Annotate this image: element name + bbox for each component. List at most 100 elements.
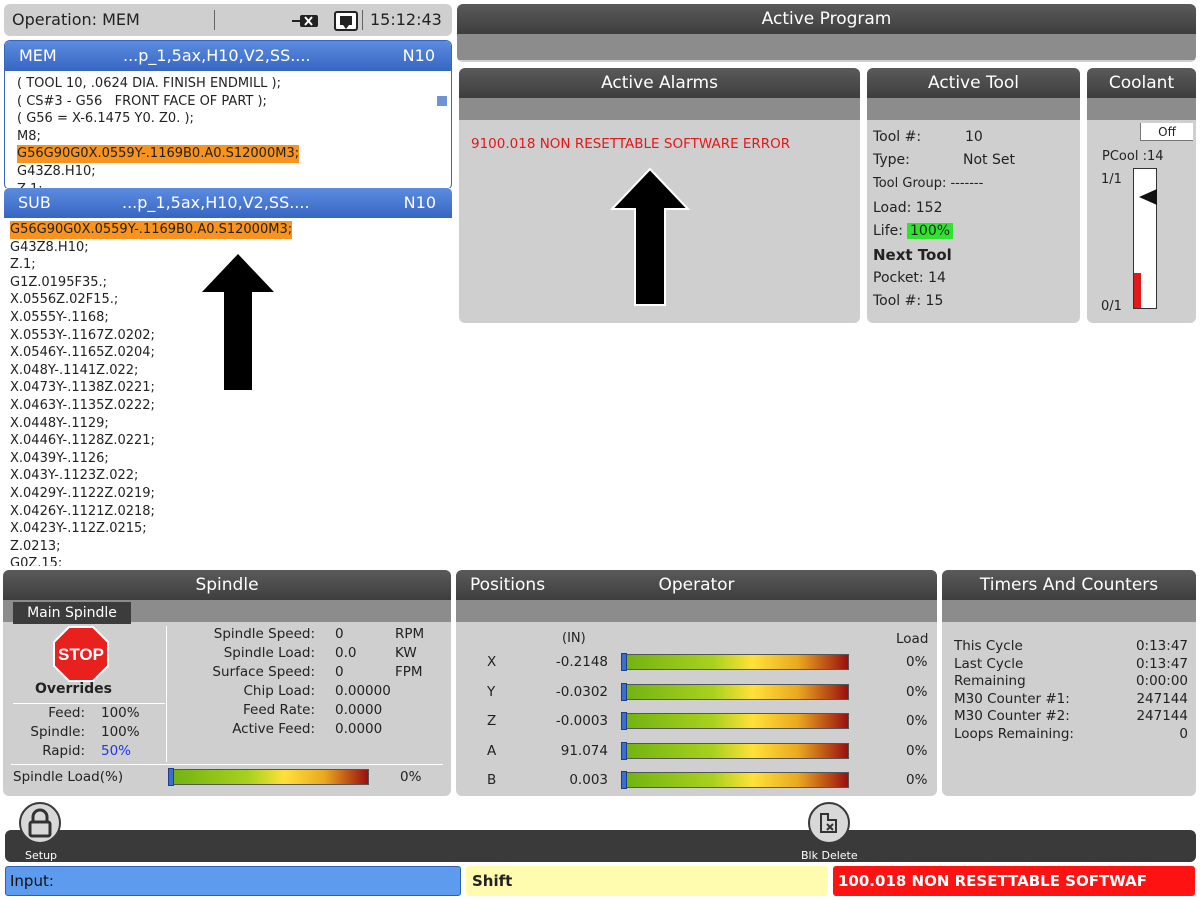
alarm-message[interactable]: 9100.018 NON RESETTABLE SOFTWARE ERROR — [471, 136, 790, 152]
code-line[interactable]: X.0429Y-.1122Z.0219; — [10, 485, 155, 503]
spindle-readout-unit: FPM — [395, 664, 423, 680]
code-line[interactable]: M8; — [17, 128, 41, 146]
axis-name: Z — [487, 713, 497, 729]
coolant-pointer-icon — [1139, 189, 1157, 205]
tab-main-spindle[interactable]: Main Spindle — [13, 602, 131, 624]
divider — [214, 10, 215, 30]
setup-button[interactable] — [19, 802, 61, 844]
code-line[interactable]: X.0426Y-.1121Z.0218; — [10, 503, 155, 521]
code-line[interactable]: X.0439Y-.1126; — [10, 450, 109, 468]
active-alarms-title: Active Alarms — [459, 68, 860, 98]
active-program-title: Active Program — [457, 4, 1196, 34]
mem-header: MEM ...p_1,5ax,H10,V2,SS.... N10 — [5, 41, 451, 71]
code-line[interactable]: X.0463Y-.1135Z.0222; — [10, 397, 155, 415]
code-line[interactable]: G56G90G0X.0559Y-.1169B0.A0.S12000M3; — [10, 221, 293, 239]
positions-panel: Positions Operator (IN) Load X -0.2148 0% Y… — [456, 570, 937, 796]
code-line[interactable]: Z.1; — [10, 256, 36, 274]
axis-name: X — [487, 654, 497, 670]
positions-title-bar: Positions Operator — [456, 570, 937, 600]
timer-value: 0:13:47 — [1135, 655, 1188, 672]
spindle-load-bar — [168, 768, 369, 786]
bar-marker — [621, 712, 627, 730]
next-tool-number: Tool #: 15 — [873, 293, 944, 309]
code-line[interactable]: X.0553Y-.1167Z.0202; — [10, 327, 155, 345]
lock-icon — [28, 808, 52, 838]
mem-program-name: ...p_1,5ax,H10,V2,SS.... — [123, 46, 311, 65]
timer-label: This Cycle — [954, 638, 1023, 654]
axis-name: B — [487, 772, 497, 788]
coolant-pcool: PCool :14 — [1102, 149, 1164, 164]
positions-mode: Operator — [658, 575, 735, 595]
code-line[interactable]: G43Z8.H10; — [17, 163, 96, 181]
code-line[interactable]: G43Z8.H10; — [10, 239, 89, 257]
code-line[interactable]: X.0448Y-.1129; — [10, 415, 109, 433]
code-line[interactable]: X.0546Y-.1165Z.0204; — [10, 344, 155, 362]
code-line[interactable]: ( G56 = X-6.1475 Y0. Z0. ); — [17, 110, 194, 128]
title-bar — [457, 34, 1196, 60]
input-field[interactable]: Input: — [5, 866, 461, 896]
axis-load: 0% — [906, 713, 928, 729]
coolant-title: Coolant — [1087, 68, 1196, 98]
timer-value: 247144 — [1136, 690, 1188, 707]
stop-label: STOP — [58, 645, 104, 664]
sub-line-number: N10 — [403, 193, 436, 212]
code-line[interactable]: X.0555Y-.1168; — [10, 309, 109, 327]
divider — [13, 703, 165, 704]
code-line[interactable]: X.0423Y-.112Z.0215; — [10, 520, 147, 538]
coolant-panel: Coolant Off PCool :14 1/1 0/1 — [1087, 68, 1196, 323]
divider — [362, 10, 363, 30]
code-line[interactable]: G56G90G0X.0559Y-.1169B0.A0.S12000M3; — [17, 145, 300, 163]
code-line[interactable]: X.0446Y-.1128Z.0221; — [10, 432, 155, 450]
axis-load-bar — [621, 682, 849, 701]
code-line[interactable]: ( TOOL 10, .0624 DIA. FINISH ENDMILL ); — [17, 75, 281, 93]
axis-load-bar — [621, 771, 849, 789]
code-line[interactable]: X.0473Y-.1138Z.0221; — [10, 379, 155, 397]
spindle-readout-value: 0.0000 — [335, 721, 383, 737]
alarm-ticker[interactable]: 100.018 NON RESETTABLE SOFTWAF — [833, 866, 1195, 896]
spindle-readout-value: 0.0 — [335, 645, 357, 661]
overrides-title: Overrides — [35, 681, 112, 697]
mem-program-pane[interactable]: MEM ...p_1,5ax,H10,V2,SS.... N10 ( TOOL … — [4, 40, 452, 190]
code-line[interactable]: Z.0213; — [10, 538, 61, 556]
timer-value: 0:00:00 — [1135, 673, 1188, 689]
tool-number-label: Tool #: — [873, 129, 922, 145]
timer-value: 0 — [1179, 725, 1188, 742]
bar-marker — [168, 768, 174, 786]
axis-load-bar — [621, 712, 849, 730]
function-toolbar — [5, 830, 1196, 862]
scrollbar[interactable] — [437, 96, 447, 106]
tool-group: Tool Group: ------- — [873, 176, 984, 191]
coolant-bottom-label: 0/1 — [1101, 299, 1122, 314]
spindle-readout-unit: RPM — [395, 626, 425, 642]
sub-label: SUB — [18, 193, 51, 212]
bar-marker — [621, 682, 627, 701]
axis-name: A — [487, 742, 497, 759]
timer-value: 247144 — [1136, 708, 1188, 724]
blk-delete-button[interactable] — [808, 802, 850, 844]
bar-marker — [621, 771, 627, 789]
spindle-readout-unit: KW — [395, 645, 417, 661]
tool-load: Load: 152 — [873, 200, 943, 216]
timer-label: Remaining — [954, 673, 1026, 689]
spindle-readout-label: Surface Speed: — [212, 664, 315, 680]
code-line[interactable]: G1Z.0195F35.; — [10, 274, 107, 292]
bar-marker — [621, 653, 627, 671]
code-line[interactable]: X.048Y-.1141Z.022; — [10, 362, 138, 380]
code-line[interactable]: G0Z.15; — [10, 555, 62, 566]
code-line[interactable]: ( CS#3 - G56 FRONT FACE OF PART ); — [17, 93, 267, 111]
sub-header: SUB ...p_1,5ax,H10,V2,SS.... N10 — [4, 188, 452, 218]
spindle-readout-label: Active Feed: — [232, 721, 315, 737]
coolant-level-fill — [1134, 273, 1141, 308]
axis-position: -0.0003 — [555, 713, 608, 729]
title-bar — [459, 98, 860, 120]
mem-line-number: N10 — [402, 46, 435, 65]
code-line[interactable]: X.043Y-.1123Z.022; — [10, 467, 138, 485]
blk-delete-label: Blk Delete — [801, 849, 858, 862]
next-tool-title: Next Tool — [873, 246, 952, 264]
code-line[interactable]: X.0556Z.02F15.; — [10, 291, 118, 309]
axis-position: -0.2148 — [555, 654, 608, 670]
spindle-load-label: Spindle Load(%) — [13, 769, 124, 785]
sub-program-name: ...p_1,5ax,H10,V2,SS.... — [122, 193, 310, 212]
coolant-top-label: 1/1 — [1101, 172, 1122, 187]
coolant-state[interactable]: Off — [1140, 123, 1193, 141]
